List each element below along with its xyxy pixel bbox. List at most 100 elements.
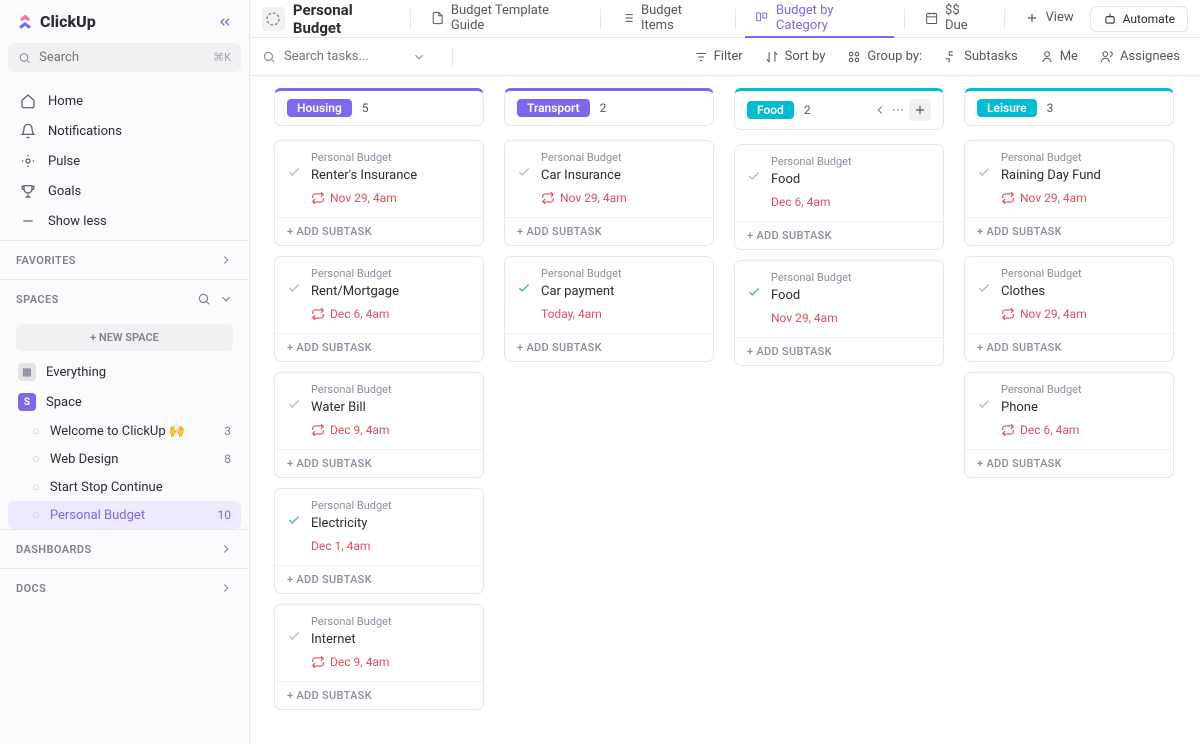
assignees-button[interactable]: Assignees <box>1092 45 1188 68</box>
check-icon <box>287 629 301 643</box>
add-subtask-button[interactable]: + ADD SUBTASK <box>275 681 483 709</box>
add-card-button[interactable] <box>909 99 931 121</box>
task-card[interactable]: Personal BudgetRaining Day FundNov 29, 4… <box>964 140 1174 246</box>
column-header[interactable]: Leisure3 <box>964 88 1174 126</box>
column-chip: Food <box>747 101 794 119</box>
tree-welcome[interactable]: ○Welcome to ClickUp 🙌3 <box>8 417 241 445</box>
column-chip: Housing <box>287 99 352 117</box>
chevron-left-icon[interactable] <box>873 103 887 117</box>
people-icon <box>1100 50 1114 64</box>
search-icon[interactable] <box>197 292 211 306</box>
filter-button[interactable]: Filter <box>686 45 751 68</box>
task-card[interactable]: Personal BudgetFoodNov 29, 4am+ ADD SUBT… <box>734 260 944 366</box>
add-subtask-button[interactable]: + ADD SUBTASK <box>965 217 1173 245</box>
add-subtask-button[interactable]: + ADD SUBTASK <box>275 565 483 593</box>
add-subtask-button[interactable]: + ADD SUBTASK <box>735 221 943 249</box>
task-card[interactable]: Personal BudgetCar paymentToday, 4am+ AD… <box>504 256 714 362</box>
complete-toggle[interactable] <box>287 165 301 179</box>
recurring-icon <box>1001 307 1015 321</box>
doc-icon <box>431 11 444 25</box>
list-icon <box>621 11 634 25</box>
column-chip: Leisure <box>977 99 1037 117</box>
task-card[interactable]: Personal BudgetClothesNov 29, 4am+ ADD S… <box>964 256 1174 362</box>
complete-toggle[interactable] <box>747 285 761 299</box>
task-card[interactable]: Personal BudgetElectricityDec 1, 4am+ AD… <box>274 488 484 594</box>
chevron-down-icon[interactable] <box>412 50 426 64</box>
card-date: Nov 29, 4am <box>1001 191 1161 205</box>
logo[interactable]: ClickUp <box>16 12 96 31</box>
card-space-label: Personal Budget <box>311 383 471 396</box>
me-button[interactable]: Me <box>1032 45 1086 68</box>
column-leisure: Leisure3 Personal BudgetRaining Day FundN… <box>964 88 1174 488</box>
search-input[interactable] <box>39 50 205 65</box>
divider <box>904 9 905 29</box>
column-header[interactable]: Food2 <box>734 88 944 130</box>
tab-template-guide[interactable]: Budget Template Guide <box>421 0 590 38</box>
card-date: Nov 29, 4am <box>1001 307 1161 321</box>
complete-toggle[interactable] <box>977 397 991 411</box>
tab-add-view[interactable]: View <box>1015 0 1084 38</box>
add-subtask-button[interactable]: + ADD SUBTASK <box>505 217 713 245</box>
tab-budget-items[interactable]: Budget Items <box>611 0 725 38</box>
nav-goals[interactable]: Goals <box>8 176 241 206</box>
complete-toggle[interactable] <box>287 629 301 643</box>
add-subtask-button[interactable]: + ADD SUBTASK <box>505 333 713 361</box>
column-header[interactable]: Transport2 <box>504 88 714 126</box>
card-date: Nov 29, 4am <box>771 311 931 325</box>
nav-notifications[interactable]: Notifications <box>8 116 241 146</box>
new-space-button[interactable]: + NEW SPACE <box>16 324 233 351</box>
add-subtask-button[interactable]: + ADD SUBTASK <box>965 449 1173 477</box>
task-card[interactable]: Personal BudgetRent/MortgageDec 6, 4am+ … <box>274 256 484 362</box>
chevron-down-icon[interactable] <box>219 292 233 306</box>
complete-toggle[interactable] <box>287 513 301 527</box>
add-subtask-button[interactable]: + ADD SUBTASK <box>275 333 483 361</box>
task-card[interactable]: Personal BudgetInternetDec 9, 4am+ ADD S… <box>274 604 484 710</box>
task-card[interactable]: Personal BudgetWater BillDec 9, 4am+ ADD… <box>274 372 484 478</box>
recurring-icon <box>311 423 325 437</box>
recurring-icon <box>311 307 325 321</box>
collapse-sidebar-icon[interactable] <box>217 14 233 30</box>
more-icon[interactable] <box>891 103 905 117</box>
recurring-icon <box>1001 423 1015 437</box>
nav-show-less[interactable]: Show less <box>8 206 241 236</box>
add-subtask-button[interactable]: + ADD SUBTASK <box>735 337 943 365</box>
tree-everything[interactable]: ▦ Everything <box>8 357 241 387</box>
spaces-section[interactable]: SPACES <box>0 279 249 318</box>
tree-personal-budget[interactable]: ○Personal Budget10 <box>8 501 241 529</box>
card-space-label: Personal Budget <box>311 615 471 628</box>
add-subtask-button[interactable]: + ADD SUBTASK <box>275 217 483 245</box>
tree-start-stop[interactable]: ○Start Stop Continue <box>8 473 241 501</box>
dashboards-section[interactable]: DASHBOARDS <box>0 529 249 568</box>
title-wrap: Personal Budget <box>262 1 400 37</box>
complete-toggle[interactable] <box>517 165 531 179</box>
column-header[interactable]: Housing5 <box>274 88 484 126</box>
complete-toggle[interactable] <box>977 165 991 179</box>
docs-section[interactable]: DOCS <box>0 568 249 607</box>
search-tasks[interactable] <box>262 49 442 64</box>
search-tasks-input[interactable] <box>284 49 404 64</box>
complete-toggle[interactable] <box>287 397 301 411</box>
tab-budget-category[interactable]: Budget by Category <box>745 0 893 38</box>
automate-button[interactable]: Automate <box>1090 6 1188 32</box>
add-subtask-button[interactable]: + ADD SUBTASK <box>965 333 1173 361</box>
nav-pulse[interactable]: Pulse <box>8 146 241 176</box>
task-card[interactable]: Personal BudgetPhoneDec 6, 4am+ ADD SUBT… <box>964 372 1174 478</box>
search-box[interactable]: ⌘K <box>8 43 241 72</box>
complete-toggle[interactable] <box>517 281 531 295</box>
nav-home[interactable]: Home <box>8 86 241 116</box>
complete-toggle[interactable] <box>747 169 761 183</box>
complete-toggle[interactable] <box>977 281 991 295</box>
add-subtask-button[interactable]: + ADD SUBTASK <box>275 449 483 477</box>
group-button[interactable]: Group by: <box>839 45 930 68</box>
task-card[interactable]: Personal BudgetRenter's InsuranceNov 29,… <box>274 140 484 246</box>
subtasks-button[interactable]: Subtasks <box>936 45 1026 68</box>
task-card[interactable]: Personal BudgetCar InsuranceNov 29, 4am+… <box>504 140 714 246</box>
tree-web-design[interactable]: ○Web Design8 <box>8 445 241 473</box>
tab-due[interactable]: $$ Due <box>915 0 994 38</box>
page-title: Personal Budget <box>293 1 400 37</box>
favorites-section[interactable]: FAVORITES <box>0 240 249 279</box>
sort-button[interactable]: Sort by <box>757 45 834 68</box>
task-card[interactable]: Personal BudgetFoodDec 6, 4am+ ADD SUBTA… <box>734 144 944 250</box>
complete-toggle[interactable] <box>287 281 301 295</box>
tree-space[interactable]: S Space <box>8 387 241 417</box>
